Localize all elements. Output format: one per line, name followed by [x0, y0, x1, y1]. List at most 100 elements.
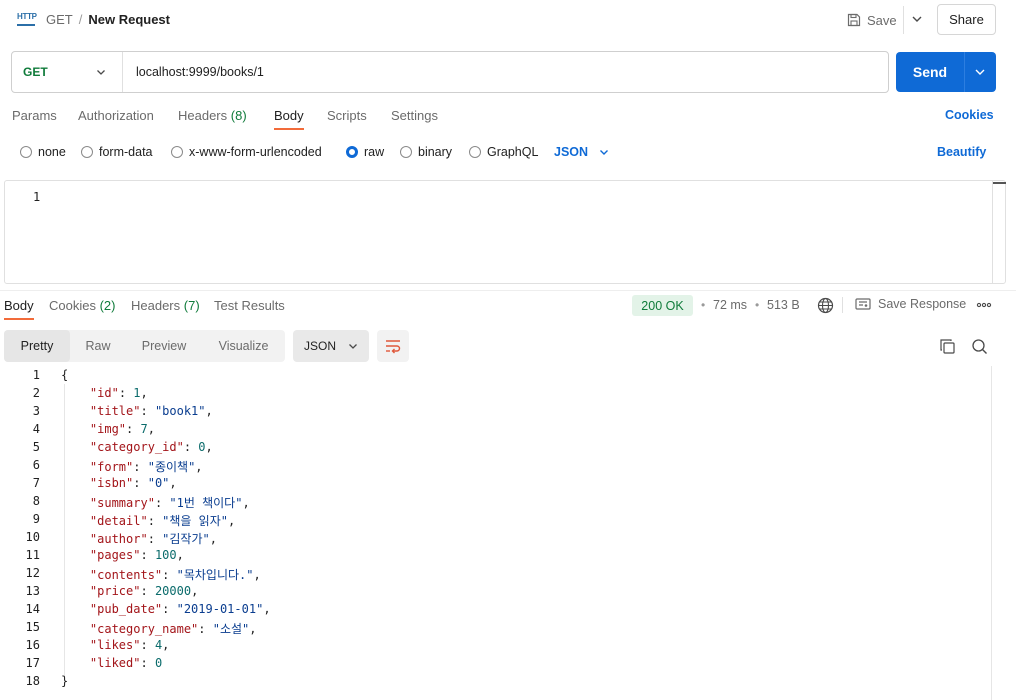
- code-line: }: [61, 674, 68, 688]
- json-punctuation: :: [133, 460, 148, 474]
- code-line: "category_name": "소설",: [61, 620, 257, 637]
- radio-urlencoded-label: x-www-form-urlencoded: [189, 145, 322, 159]
- line-number: 12: [25, 566, 40, 580]
- response-body-viewer[interactable]: 1 {2 "id": 1, 3 "title": "book1", 4 "img": …: [0, 366, 1016, 700]
- line-number: 17: [25, 656, 40, 670]
- response-tab-cookies-label: Cookies: [49, 298, 96, 313]
- globe-icon[interactable]: [817, 297, 834, 314]
- more-icon[interactable]: [976, 299, 992, 311]
- view-mode-pretty[interactable]: Pretty: [4, 330, 70, 362]
- code-line: "author": "김작가",: [61, 530, 217, 547]
- share-button[interactable]: Share: [937, 4, 996, 35]
- json-punctuation: ,: [253, 568, 261, 582]
- response-tab-cookies-count: (2): [99, 298, 116, 313]
- response-tab-headers-label: Headers: [131, 298, 181, 313]
- view-mode-raw[interactable]: Raw: [70, 330, 126, 362]
- send-label: Send: [912, 64, 948, 80]
- json-punctuation: ,: [209, 532, 217, 546]
- response-tab-test-results[interactable]: Test Results: [214, 298, 285, 313]
- tab-body[interactable]: Body: [274, 108, 304, 123]
- radio-none[interactable]: none: [20, 145, 66, 159]
- tab-headers-label: Headers: [178, 108, 228, 123]
- body-format-select[interactable]: JSON: [554, 145, 610, 159]
- response-scrollbar[interactable]: [991, 366, 1005, 700]
- status-badge[interactable]: 200 OK: [632, 295, 693, 316]
- code-line: {: [61, 368, 68, 382]
- code-line: "img": 7,: [61, 422, 155, 436]
- send-divider: [964, 52, 965, 92]
- send-options-chevron-icon[interactable]: [973, 65, 987, 79]
- copy-icon[interactable]: [939, 338, 956, 355]
- request-body-editor[interactable]: 1: [4, 180, 1006, 284]
- json-punctuation: ,: [176, 548, 184, 562]
- line-number: 5: [32, 440, 40, 454]
- save-button[interactable]: Save: [847, 11, 897, 29]
- wrap-lines-icon: [386, 340, 401, 354]
- url-input[interactable]: localhost:9999/books/1: [136, 65, 264, 79]
- tab-params[interactable]: Params: [12, 108, 57, 123]
- method-select[interactable]: GET: [12, 52, 123, 92]
- json-key: "isbn": [89, 476, 134, 490]
- json-punctuation: ,: [205, 404, 213, 418]
- tab-settings[interactable]: Settings: [391, 108, 438, 123]
- response-tab-headers[interactable]: Headers (7): [131, 298, 200, 313]
- radio-circle: [81, 146, 93, 158]
- radio-raw-label: raw: [364, 145, 385, 159]
- radio-form-data[interactable]: form-data: [81, 145, 153, 159]
- separator-dot: •: [755, 298, 760, 312]
- wrap-lines-button[interactable]: [377, 330, 409, 362]
- cookies-link[interactable]: Cookies: [945, 108, 994, 122]
- code-line: "detail": "책을 읽자",: [61, 512, 235, 529]
- view-mode-segmented-control: Pretty Raw Preview Visualize: [4, 330, 285, 362]
- radio-urlencoded[interactable]: x-www-form-urlencoded: [171, 145, 322, 159]
- save-options-chevron-icon[interactable]: [910, 12, 924, 26]
- line-number: 8: [32, 494, 40, 508]
- breadcrumb-method: GET: [46, 12, 73, 27]
- breadcrumb: GET / New Request: [46, 12, 170, 27]
- json-punctuation: [61, 496, 90, 510]
- json-string: "김작가": [162, 532, 210, 546]
- line-number: 1: [33, 190, 41, 204]
- json-punctuation: ,: [242, 496, 250, 510]
- response-format-select[interactable]: JSON: [293, 330, 369, 362]
- tab-headers[interactable]: Headers (8): [178, 108, 247, 123]
- pane-divider[interactable]: [0, 290, 1016, 291]
- separator-dot: •: [701, 298, 706, 312]
- json-punctuation: [61, 638, 90, 652]
- save-response-button[interactable]: Save Response: [855, 297, 966, 311]
- line-number: 4: [32, 422, 40, 436]
- json-punctuation: [61, 602, 90, 616]
- beautify-link[interactable]: Beautify: [937, 145, 986, 159]
- view-mode-preview[interactable]: Preview: [126, 330, 202, 362]
- radio-binary[interactable]: binary: [400, 145, 452, 159]
- chevron-down-icon: [97, 70, 105, 75]
- code-line: "isbn": "0",: [61, 476, 177, 490]
- editor-scrollbar[interactable]: [992, 181, 1006, 283]
- view-mode-visualize[interactable]: Visualize: [202, 330, 285, 362]
- request-name[interactable]: New Request: [88, 12, 170, 27]
- tab-scripts[interactable]: Scripts: [327, 108, 367, 123]
- json-punctuation: [61, 440, 90, 454]
- line-number: 13: [25, 584, 40, 598]
- response-size[interactable]: 513 B: [767, 298, 800, 312]
- response-tab-cookies[interactable]: Cookies (2): [49, 298, 115, 313]
- send-button[interactable]: Send: [896, 52, 996, 92]
- json-number: 100: [154, 548, 177, 562]
- json-key: "contents": [89, 568, 163, 582]
- json-punctuation: :: [140, 638, 155, 652]
- tab-headers-count: (8): [230, 108, 247, 123]
- save-response-icon: [855, 298, 871, 310]
- line-number: 14: [25, 602, 40, 616]
- radio-raw[interactable]: raw: [346, 145, 384, 159]
- radio-graphql[interactable]: GraphQL: [469, 145, 538, 159]
- json-key: "category_name": [89, 622, 199, 636]
- line-number: 18: [25, 674, 40, 688]
- search-icon[interactable]: [971, 338, 988, 355]
- line-number: 10: [25, 530, 40, 544]
- tab-authorization[interactable]: Authorization: [78, 108, 154, 123]
- json-punctuation: [61, 514, 90, 528]
- response-time[interactable]: 72 ms: [713, 298, 747, 312]
- code-line: "form": "종이책",: [61, 458, 203, 475]
- json-key: "category_id": [89, 440, 184, 454]
- response-tab-body[interactable]: Body: [4, 298, 34, 313]
